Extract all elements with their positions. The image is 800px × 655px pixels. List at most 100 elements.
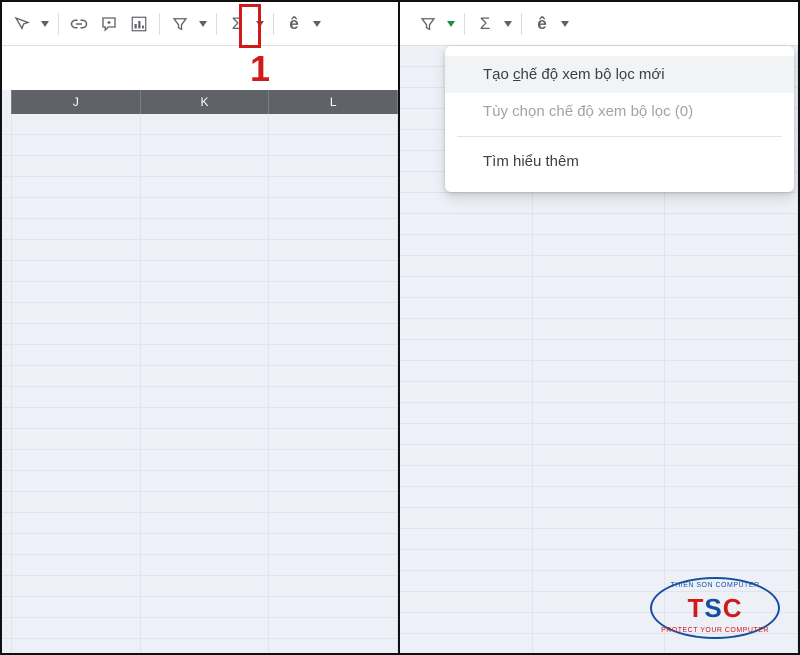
cell[interactable]: [400, 298, 533, 318]
cell[interactable]: [269, 114, 398, 134]
row-gutter[interactable]: [2, 597, 12, 617]
cell[interactable]: [665, 193, 798, 213]
row-gutter[interactable]: [2, 303, 12, 323]
cell[interactable]: [269, 261, 398, 281]
cell[interactable]: [141, 135, 270, 155]
cell[interactable]: [141, 261, 270, 281]
table-row[interactable]: [400, 361, 798, 382]
input-tools-caret[interactable]: [310, 21, 324, 27]
table-row[interactable]: [2, 135, 398, 156]
cell[interactable]: [400, 466, 533, 486]
row-gutter[interactable]: [2, 513, 12, 533]
cell[interactable]: [269, 513, 398, 533]
row-gutter[interactable]: [2, 408, 12, 428]
cell[interactable]: [533, 529, 666, 549]
cell[interactable]: [141, 324, 270, 344]
arrow-select-button[interactable]: [8, 10, 36, 38]
menu-item-create-filter-view[interactable]: Tạo chế độ xem bộ lọc mới: [445, 56, 794, 93]
table-row[interactable]: [2, 513, 398, 534]
cell[interactable]: [12, 219, 141, 239]
cell[interactable]: [12, 303, 141, 323]
corner-cell[interactable]: [2, 90, 12, 114]
table-row[interactable]: [2, 618, 398, 639]
cell[interactable]: [533, 277, 666, 297]
table-row[interactable]: [2, 534, 398, 555]
cell[interactable]: [533, 445, 666, 465]
cell[interactable]: [141, 408, 270, 428]
table-row[interactable]: [400, 319, 798, 340]
cell[interactable]: [400, 361, 533, 381]
row-gutter[interactable]: [2, 576, 12, 596]
cell[interactable]: [665, 424, 798, 444]
cell[interactable]: [269, 345, 398, 365]
column-header-row[interactable]: J K L: [2, 90, 398, 114]
arrow-select-caret[interactable]: [38, 21, 52, 27]
table-row[interactable]: [400, 235, 798, 256]
cell[interactable]: [12, 366, 141, 386]
cell[interactable]: [400, 613, 533, 633]
cell[interactable]: [141, 303, 270, 323]
functions-caret[interactable]: [501, 21, 515, 27]
cell[interactable]: [12, 492, 141, 512]
table-row[interactable]: [400, 256, 798, 277]
cell[interactable]: [12, 282, 141, 302]
row-gutter[interactable]: [2, 492, 12, 512]
table-row[interactable]: [2, 219, 398, 240]
cell[interactable]: [400, 340, 533, 360]
cell[interactable]: [400, 445, 533, 465]
table-row[interactable]: [400, 298, 798, 319]
table-row[interactable]: [400, 277, 798, 298]
cell[interactable]: [533, 361, 666, 381]
cell[interactable]: [12, 345, 141, 365]
row-gutter[interactable]: [2, 261, 12, 281]
table-row[interactable]: [2, 471, 398, 492]
table-row[interactable]: [400, 529, 798, 550]
cell[interactable]: [533, 193, 666, 213]
cell[interactable]: [12, 261, 141, 281]
cell[interactable]: [269, 555, 398, 575]
row-gutter[interactable]: [2, 114, 12, 134]
cell[interactable]: [533, 550, 666, 570]
table-row[interactable]: [400, 550, 798, 571]
cell[interactable]: [533, 298, 666, 318]
table-row[interactable]: [2, 576, 398, 597]
cell[interactable]: [533, 424, 666, 444]
cell[interactable]: [141, 282, 270, 302]
table-row[interactable]: [2, 324, 398, 345]
cell[interactable]: [533, 508, 666, 528]
cell[interactable]: [269, 156, 398, 176]
cell[interactable]: [665, 508, 798, 528]
row-gutter[interactable]: [2, 156, 12, 176]
cell[interactable]: [12, 156, 141, 176]
cell[interactable]: [269, 366, 398, 386]
cell[interactable]: [665, 298, 798, 318]
table-row[interactable]: [2, 177, 398, 198]
table-row[interactable]: [2, 492, 398, 513]
cell[interactable]: [141, 639, 270, 653]
cell[interactable]: [400, 193, 533, 213]
cell[interactable]: [12, 618, 141, 638]
cell[interactable]: [400, 214, 533, 234]
cell[interactable]: [12, 324, 141, 344]
cell[interactable]: [269, 618, 398, 638]
column-header[interactable]: L: [269, 90, 398, 114]
table-row[interactable]: [400, 214, 798, 235]
table-row[interactable]: [400, 424, 798, 445]
menu-item-learn-more[interactable]: Tìm hiểu thêm: [445, 143, 794, 180]
table-row[interactable]: [2, 303, 398, 324]
cell[interactable]: [141, 555, 270, 575]
cell[interactable]: [665, 340, 798, 360]
table-row[interactable]: [400, 382, 798, 403]
cell[interactable]: [269, 387, 398, 407]
cell[interactable]: [665, 487, 798, 507]
cell[interactable]: [12, 387, 141, 407]
cell[interactable]: [12, 240, 141, 260]
cell[interactable]: [12, 114, 141, 134]
cell[interactable]: [269, 492, 398, 512]
cell[interactable]: [269, 450, 398, 470]
table-row[interactable]: [400, 466, 798, 487]
cell[interactable]: [533, 256, 666, 276]
cell[interactable]: [533, 214, 666, 234]
cell[interactable]: [269, 534, 398, 554]
column-header[interactable]: J: [12, 90, 141, 114]
